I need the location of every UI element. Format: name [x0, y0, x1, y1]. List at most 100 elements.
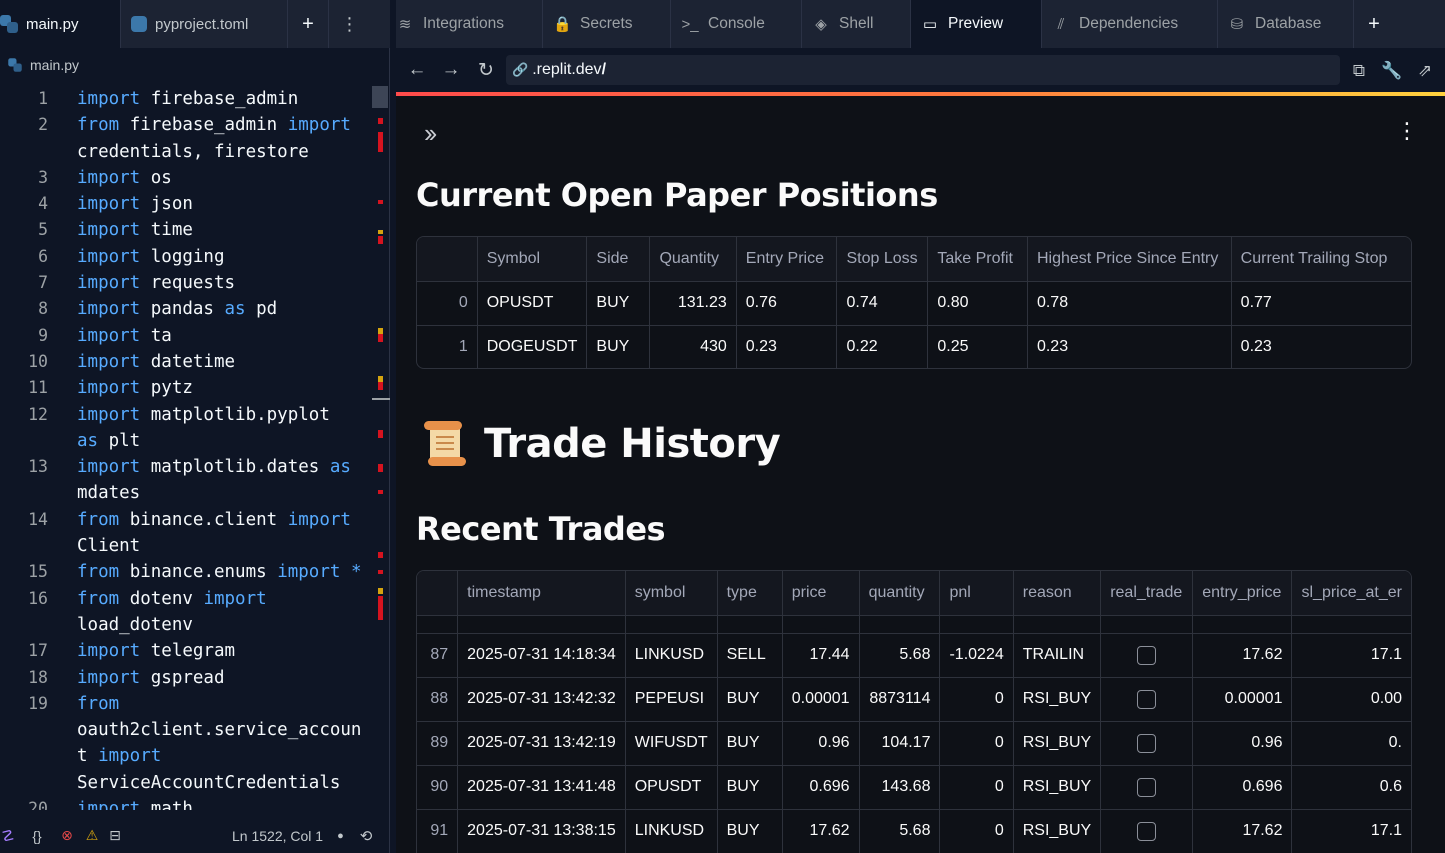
table-cell[interactable]: 0.696	[782, 765, 860, 810]
column-header[interactable]: real_trade	[1100, 571, 1194, 616]
column-header[interactable]: Entry Price	[736, 237, 838, 282]
positions-dataframe[interactable]: Symbol Side Quantity Entry Price Stop Loss Ta…	[416, 236, 1412, 369]
error-icon[interactable]: ⊗	[58, 818, 76, 853]
table-cell[interactable]: 0.78	[1027, 281, 1232, 326]
table-cell[interactable]: 0	[939, 677, 1014, 722]
expand-sidebar-icon[interactable]: ››	[424, 118, 437, 149]
back-arrow-icon[interactable]: ←	[400, 53, 434, 87]
table-cell[interactable]: RSI_BUY	[1013, 677, 1102, 722]
table-cell[interactable]: 8873114	[859, 677, 941, 722]
editor-tab-main-py[interactable]: main.py	[0, 0, 120, 48]
devtools-wrench-icon[interactable]: 🔧	[1379, 58, 1405, 84]
table-cell[interactable]: 104.17	[859, 721, 941, 766]
table-cell[interactable]: -1.0224	[939, 633, 1014, 678]
table-cell[interactable]: 0.80	[927, 281, 1028, 326]
column-header[interactable]: pnl	[939, 571, 1014, 616]
file-info-icon[interactable]: ⊟	[108, 818, 122, 853]
row-index[interactable]: 87	[417, 633, 459, 678]
row-index[interactable]: 90	[417, 765, 459, 810]
column-header[interactable]: Highest Price Since Entry	[1027, 237, 1232, 282]
table-cell[interactable]: 2025-07-31 14:18:34	[457, 633, 626, 678]
trades-dataframe[interactable]: timestamp symbol type price quantity pnl reaso…	[416, 570, 1412, 853]
table-cell[interactable]: 0.25	[927, 325, 1028, 368]
table-cell[interactable]: 0.6	[1291, 765, 1411, 810]
column-header[interactable]: reason	[1013, 571, 1102, 616]
table-cell[interactable]: 2025-07-31 13:42:19	[457, 721, 626, 766]
real-trade-checkbox[interactable]	[1137, 821, 1157, 841]
table-cell[interactable]: RSI_BUY	[1013, 721, 1102, 766]
table-cell[interactable]: 17.44	[782, 633, 860, 678]
table-cell[interactable]: 5.68	[859, 809, 941, 853]
row-index[interactable]: 0	[417, 281, 478, 326]
table-row[interactable]: 1 DOGEUSDT BUY 430 0.23 0.22 0.25 0.23 0.23	[417, 325, 1411, 368]
table-cell[interactable]: 0.00001	[782, 677, 860, 722]
row-index[interactable]: 89	[417, 721, 459, 766]
table-row[interactable]: 90 2025-07-31 13:41:48 OPUSDT BUY 0.696 143.6…	[417, 765, 1411, 810]
table-cell[interactable]: LINKUSD	[625, 809, 718, 853]
real-trade-checkbox[interactable]	[1137, 777, 1157, 797]
tab-database[interactable]: ⛁ Database	[1218, 0, 1354, 48]
table-cell[interactable]: 2025-07-31 13:42:32	[457, 677, 626, 722]
table-row[interactable]: 91 2025-07-31 13:38:15 LINKUSD BUY 17.62 5.68…	[417, 809, 1411, 853]
table-cell[interactable]: 0.96	[1192, 721, 1293, 766]
forward-arrow-icon[interactable]: →	[434, 53, 468, 87]
real-trade-checkbox[interactable]	[1137, 733, 1157, 753]
table-cell[interactable]: 0.00	[1291, 677, 1411, 722]
table-cell[interactable]: 0.74	[836, 281, 929, 326]
table-cell[interactable]: 0.00001	[1192, 677, 1293, 722]
table-cell[interactable]: 131.23	[649, 281, 737, 326]
row-index[interactable]: 1	[417, 325, 478, 368]
column-header[interactable]	[417, 571, 459, 616]
app-menu-icon[interactable]: ⋮	[1396, 118, 1418, 144]
scrollbar-thumb[interactable]	[372, 86, 388, 108]
warning-icon[interactable]: ⚠	[76, 818, 108, 853]
column-header[interactable]: Quantity	[649, 237, 737, 282]
table-cell[interactable]: LINKUSD	[625, 633, 718, 678]
table-cell[interactable]: 0.76	[736, 281, 838, 326]
tab-shell[interactable]: ◈ Shell	[802, 0, 911, 48]
real-trade-checkbox[interactable]	[1137, 689, 1157, 709]
table-cell[interactable]: 5.68	[859, 633, 941, 678]
table-cell[interactable]: 0.23	[736, 325, 838, 368]
new-tab-button[interactable]: +	[288, 0, 328, 48]
row-index[interactable]: 88	[417, 677, 459, 722]
table-cell[interactable]: OPUSDT	[477, 281, 588, 326]
table-cell[interactable]: 0.696	[1192, 765, 1293, 810]
column-header[interactable]: Current Trailing Stop	[1231, 237, 1411, 282]
reload-icon[interactable]: ↻	[469, 53, 503, 87]
table-cell[interactable]: 2025-07-31 13:38:15	[457, 809, 626, 853]
table-row[interactable]: 89 2025-07-31 13:42:19 WIFUSDT BUY 0.96 104.1…	[417, 721, 1411, 766]
table-cell[interactable]: 0	[939, 765, 1014, 810]
table-cell[interactable]: WIFUSDT	[625, 721, 718, 766]
table-cell[interactable]: 430	[649, 325, 737, 368]
column-header[interactable]: Take Profit	[927, 237, 1028, 282]
table-cell[interactable]: OPUSDT	[625, 765, 718, 810]
row-index[interactable]: 91	[417, 809, 459, 853]
table-cell[interactable]: 0.	[1291, 721, 1411, 766]
table-cell[interactable]: BUY	[717, 721, 783, 766]
cursor-position[interactable]: Ln 1522, Col 1	[232, 818, 323, 853]
table-row[interactable]: 0 OPUSDT BUY 131.23 0.76 0.74 0.80 0.78 0.77	[417, 281, 1411, 326]
table-cell[interactable]: PEPEUSI	[625, 677, 718, 722]
column-header[interactable]: Symbol	[477, 237, 588, 282]
column-header[interactable]: Side	[586, 237, 651, 282]
tab-preview[interactable]: ▭ Preview	[911, 0, 1042, 48]
tab-dependencies[interactable]: ⫽ Dependencies	[1042, 0, 1218, 48]
real-trade-cell[interactable]	[1100, 633, 1194, 678]
table-cell[interactable]: 17.62	[1192, 633, 1293, 678]
table-cell[interactable]: 0.77	[1231, 281, 1411, 326]
braces-icon[interactable]: {}	[16, 818, 58, 853]
table-cell[interactable]: 17.62	[1192, 809, 1293, 853]
column-header[interactable]: sl_price_at_er	[1291, 571, 1411, 616]
breadcrumb[interactable]: main.py	[0, 52, 79, 78]
table-cell[interactable]: BUY	[717, 765, 783, 810]
table-row[interactable]: 87 2025-07-31 14:18:34 LINKUSD SELL 17.44 5.6…	[417, 633, 1411, 678]
real-trade-checkbox[interactable]	[1137, 645, 1157, 665]
tab-secrets[interactable]: 🔒 Secrets	[543, 0, 671, 48]
table-cell[interactable]: BUY	[586, 325, 651, 368]
editor-scrollbar[interactable]	[372, 86, 390, 810]
table-row[interactable]: 88 2025-07-31 13:42:32 PEPEUSI BUY 0.00001 88…	[417, 677, 1411, 722]
column-header[interactable]	[417, 237, 478, 282]
code-editor[interactable]: 1 import firebase_admin 2 from firebase_adm…	[0, 86, 370, 810]
table-cell[interactable]: 0.96	[782, 721, 860, 766]
